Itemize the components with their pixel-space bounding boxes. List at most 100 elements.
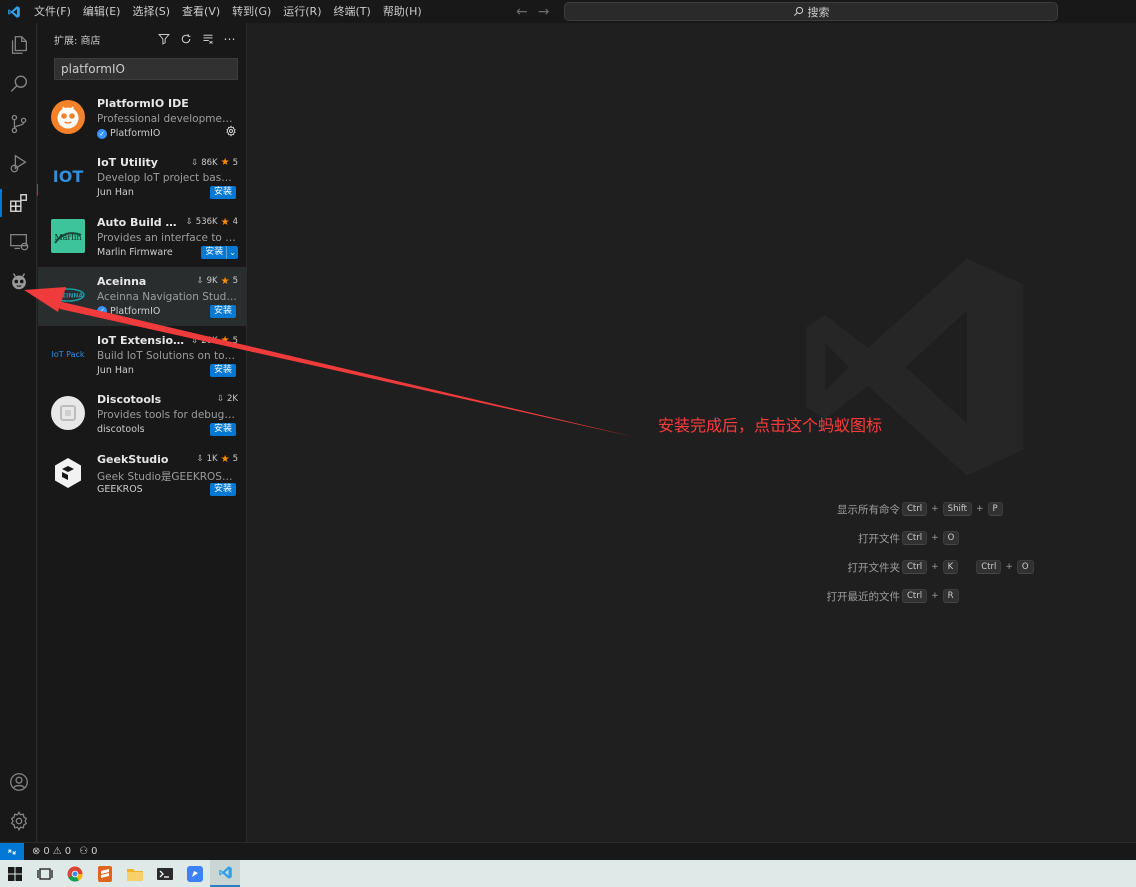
extension-publisher: discotools xyxy=(97,424,145,436)
problems-status[interactable]: ⊗ 0 ⚠ 0 xyxy=(24,846,71,857)
star-icon: ★ xyxy=(220,453,230,465)
more-actions-icon[interactable]: ⋯ xyxy=(223,32,236,46)
rating: 4 xyxy=(232,217,238,228)
list-item[interactable]: IoT Pack IoT Extension P... ⇩ 20K ★ 5 Bu… xyxy=(38,326,247,385)
command-center-search[interactable]: 搜索 xyxy=(564,2,1058,21)
svg-text:IOT: IOT xyxy=(53,167,84,186)
refresh-icon[interactable] xyxy=(179,32,192,46)
ports-status[interactable]: ⚇ 0 xyxy=(71,846,97,857)
menu-run[interactable]: 运行(R) xyxy=(277,0,327,23)
platformio-logo-icon xyxy=(50,99,86,135)
install-split-button[interactable]: 安装 ⌄ xyxy=(201,245,238,259)
star-icon: ★ xyxy=(220,157,230,169)
key-cap: P xyxy=(987,502,1003,516)
rating: 5 xyxy=(232,454,238,465)
extension-description: Build IoT Solutions on top o... xyxy=(97,350,238,363)
shortcut-keys: Ctrl + O xyxy=(902,531,960,545)
download-count: 1K xyxy=(206,454,218,465)
menu-go[interactable]: 转到(G) xyxy=(226,0,277,23)
chevron-down-icon[interactable]: ⌄ xyxy=(226,245,238,259)
extension-publisher: ✓ PlatformIO xyxy=(97,306,160,317)
list-item[interactable]: GeekStudio ⇩ 1K ★ 5 Geek Studio是GEEKROS团… xyxy=(38,445,247,504)
shortcut-open-recent[interactable]: 打开最近的文件 Ctrl + R xyxy=(788,588,1088,604)
warning-icon: ⚠ xyxy=(52,846,62,857)
annotation-text: 安装完成后，点击这个蚂蚁图标 xyxy=(658,416,883,435)
download-count: 86K xyxy=(201,157,218,168)
download-cloud-icon: ⇩ xyxy=(216,394,225,405)
extension-search-input[interactable]: platformIO xyxy=(54,58,238,80)
menu-view[interactable]: 查看(V) xyxy=(176,0,226,23)
key-cap: Ctrl xyxy=(902,589,928,603)
aceinna-logo-icon: ACEINNA xyxy=(50,277,86,313)
forward-arrow-icon[interactable]: → xyxy=(538,4,550,20)
terminal-icon[interactable] xyxy=(150,860,180,887)
platformio-icon[interactable] xyxy=(0,263,37,299)
menu-help[interactable]: 帮助(H) xyxy=(377,0,428,23)
shortcut-keys: Ctrl + R xyxy=(902,589,959,603)
key-cap: K xyxy=(942,560,959,574)
key-cap: Ctrl xyxy=(902,560,928,574)
activity-bar xyxy=(0,23,37,842)
extension-stats: ⇩ 20K ★ 5 xyxy=(191,335,238,346)
extension-stats: ⇩ 9K ★ 5 xyxy=(197,276,239,287)
extension-description: Geek Studio是GEEKROS团队... xyxy=(97,470,238,483)
extension-publisher: ✓ PlatformIO xyxy=(97,128,160,139)
download-cloud-icon: ⇩ xyxy=(191,157,199,168)
task-view-icon[interactable] xyxy=(30,860,60,887)
windows-taskbar xyxy=(0,860,1136,887)
shortcut-show-commands[interactable]: 显示所有命令 Ctrl + Shift + P xyxy=(788,501,1088,517)
download-cloud-icon: ⇩ xyxy=(185,217,193,228)
shortcut-open-file[interactable]: 打开文件 Ctrl + O xyxy=(788,530,1088,546)
download-cloud-icon: ⇩ xyxy=(191,335,199,346)
sublime-icon[interactable] xyxy=(90,860,120,887)
run-debug-icon[interactable] xyxy=(0,145,37,181)
star-icon: ★ xyxy=(220,216,230,228)
install-button[interactable]: 安装 xyxy=(209,482,236,496)
download-cloud-icon: ⇩ xyxy=(196,454,204,465)
list-item[interactable]: Discotools ⇩ 2K Provides tools for debug… xyxy=(38,385,247,444)
key-cap: R xyxy=(942,589,959,603)
extension-publisher: GEEKROS xyxy=(97,483,143,495)
shortcut-open-folder[interactable]: 打开文件夹 Ctrl + K Ctrl + O xyxy=(788,559,1088,575)
menu-terminal[interactable]: 终端(T) xyxy=(328,0,377,23)
extension-list: PlatformIO IDE Professional development … xyxy=(38,89,247,504)
broadcast-icon: ⚇ xyxy=(79,846,89,857)
remote-explorer-icon[interactable] xyxy=(0,224,37,260)
filter-icon[interactable] xyxy=(157,32,170,46)
extension-name: Auto Build Ma... xyxy=(97,215,187,229)
extensions-icon[interactable] xyxy=(0,185,37,221)
app-icon[interactable] xyxy=(180,860,210,887)
shortcut-label: 显示所有命令 xyxy=(837,503,900,516)
start-icon[interactable] xyxy=(0,860,30,887)
list-item[interactable]: PlatformIO IDE Professional development … xyxy=(38,89,247,148)
verified-badge-icon: ✓ xyxy=(97,128,107,139)
vscode-taskbar-icon[interactable] xyxy=(210,860,240,887)
list-item[interactable]: IOT IoT Utility ⇩ 86K ★ 5 Develop IoT pr… xyxy=(38,148,247,207)
install-button[interactable]: 安装 xyxy=(209,304,236,318)
chrome-icon[interactable] xyxy=(60,860,90,887)
source-control-icon[interactable] xyxy=(0,106,37,142)
extension-settings-gear-icon[interactable] xyxy=(225,125,237,140)
list-item[interactable]: Marlin Auto Build Ma... ⇩ 536K ★ 4 Provi… xyxy=(38,208,247,267)
explorer-icon[interactable] xyxy=(0,27,37,63)
shortcut-keys: Ctrl + K Ctrl + O xyxy=(902,560,1034,574)
clear-results-icon[interactable] xyxy=(201,32,214,46)
manage-gear-icon[interactable] xyxy=(0,803,37,839)
menu-selection[interactable]: 选择(S) xyxy=(126,0,176,23)
extension-name: GeekStudio xyxy=(97,452,169,466)
menu-edit[interactable]: 编辑(E) xyxy=(77,0,127,23)
search-icon[interactable] xyxy=(0,66,37,102)
marlin-logo-icon: Marlin xyxy=(50,218,86,254)
back-arrow-icon[interactable]: ← xyxy=(516,4,528,20)
menu-file[interactable]: 文件(F) xyxy=(28,0,77,23)
install-button[interactable]: 安装 xyxy=(209,423,236,437)
star-icon: ★ xyxy=(220,275,230,287)
install-button[interactable]: 安装 xyxy=(209,364,236,378)
account-icon[interactable] xyxy=(0,764,37,800)
list-item[interactable]: ACEINNA Aceinna ⇩ 9K ★ 5 Aceinna Navigat… xyxy=(38,266,247,327)
file-explorer-icon[interactable] xyxy=(120,860,150,887)
search-icon xyxy=(793,6,803,16)
install-button[interactable]: 安装 xyxy=(209,186,236,200)
remote-indicator-icon[interactable] xyxy=(0,842,24,861)
iot-pack-logo-icon: IoT Pack xyxy=(50,336,86,372)
